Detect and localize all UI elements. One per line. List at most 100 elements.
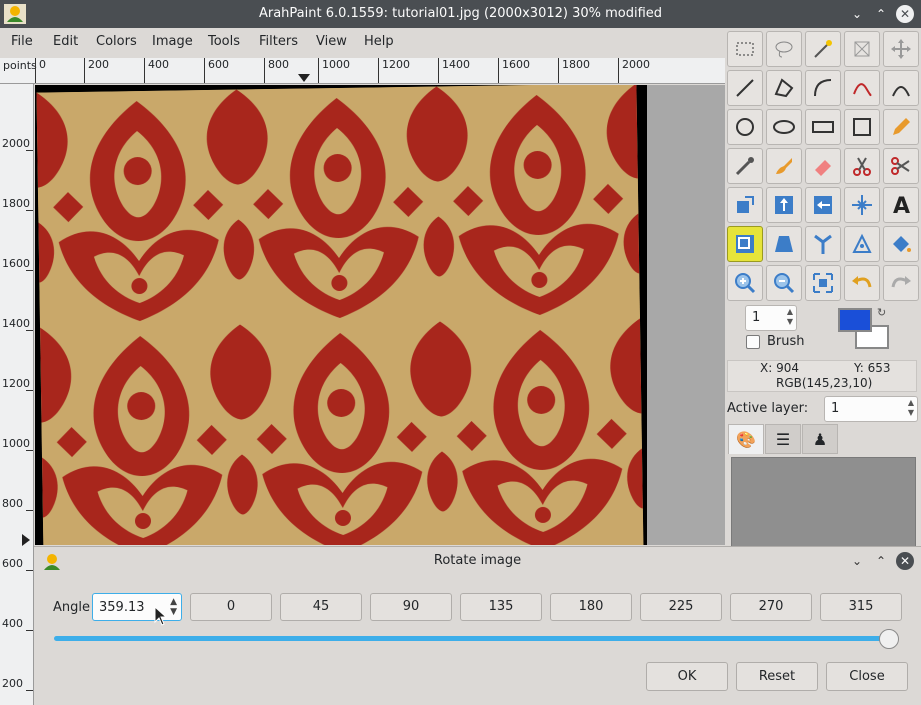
menu-view[interactable]: View xyxy=(316,34,347,49)
redo-icon[interactable] xyxy=(883,265,919,301)
zoom-out-icon[interactable] xyxy=(766,265,802,301)
resize-icon[interactable] xyxy=(727,226,763,262)
vertical-ruler: 2000 1800 1600 1400 1200 1000 800 600 40… xyxy=(0,84,34,705)
ruler-tick: 600 xyxy=(204,58,229,83)
ruler-tick: 400 xyxy=(144,58,169,83)
reset-button[interactable]: Reset xyxy=(736,662,818,691)
ruler-label: 1400 xyxy=(2,317,30,330)
pixel-info-panel: X: 904 Y: 653 RGB(145,23,10) xyxy=(727,360,917,392)
spin-arrows-icon[interactable]: ▲ ▼ xyxy=(908,398,914,418)
ruler-label: 400 xyxy=(2,617,23,630)
menu-help[interactable]: Help xyxy=(364,34,394,49)
active-layer-spinbox[interactable]: 1 ▲ ▼ xyxy=(824,396,918,422)
ruler-position-marker xyxy=(22,534,30,546)
center-icon[interactable] xyxy=(844,187,880,223)
clone-icon[interactable] xyxy=(727,187,763,223)
preset-135-button[interactable]: 135 xyxy=(460,593,542,621)
scissors-icon[interactable] xyxy=(844,148,880,184)
rgb-value: RGB(145,23,10) xyxy=(776,376,873,390)
rect-select-icon[interactable] xyxy=(727,31,763,67)
circle-icon[interactable] xyxy=(727,109,763,145)
pencil-icon[interactable] xyxy=(883,109,919,145)
angle-slider-track[interactable] xyxy=(54,636,892,641)
ruler-label: 2000 xyxy=(2,137,30,150)
tab-layers-icon[interactable]: ☰ xyxy=(765,424,801,454)
bezier-icon[interactable] xyxy=(883,70,919,106)
swap-colors-icon[interactable]: ↻ xyxy=(877,306,886,319)
ruler-label: 1800 xyxy=(562,58,590,71)
ruler-tick: 200 xyxy=(84,58,109,83)
canvas-area[interactable] xyxy=(35,85,725,545)
rectangle-icon[interactable] xyxy=(805,109,841,145)
eraser-icon[interactable] xyxy=(805,148,841,184)
ruler-tick: 1400 xyxy=(438,58,470,83)
magic-wand-icon[interactable] xyxy=(805,31,841,67)
angle-label: Angle xyxy=(53,600,90,615)
perspective-icon[interactable] xyxy=(766,226,802,262)
ruler-label: 0 xyxy=(39,58,46,71)
minimize-icon[interactable]: ⌄ xyxy=(848,5,866,23)
move-icon[interactable] xyxy=(883,31,919,67)
angle-spin-arrows-icon[interactable]: ▲ ▼ xyxy=(170,597,177,617)
line-icon[interactable] xyxy=(727,70,763,106)
brush-icon[interactable] xyxy=(766,148,802,184)
ruler-label: 1800 xyxy=(2,197,30,210)
foreground-color-swatch[interactable] xyxy=(838,308,872,332)
preset-45-button[interactable]: 45 xyxy=(280,593,362,621)
menu-filters[interactable]: Filters xyxy=(259,34,298,49)
text-icon[interactable]: A xyxy=(883,187,919,223)
angle-value: 359.13 xyxy=(99,600,145,615)
brush-checkbox[interactable] xyxy=(746,335,760,349)
preset-225-button[interactable]: 225 xyxy=(640,593,722,621)
angle-input[interactable]: 359.13 ▲ ▼ xyxy=(92,593,182,621)
panel-tabs: 🎨 ☰ ♟ xyxy=(728,424,918,454)
close-button[interactable]: Close xyxy=(826,662,908,691)
square-icon[interactable] xyxy=(844,109,880,145)
eyedropper-icon[interactable] xyxy=(727,148,763,184)
ruler-tick: 1000 xyxy=(318,58,350,83)
tab-palette-icon[interactable]: 🎨 xyxy=(728,424,764,454)
spin-arrows-icon[interactable]: ▲ ▼ xyxy=(787,307,793,327)
ellipse-icon[interactable] xyxy=(766,109,802,145)
cut-icon[interactable] xyxy=(883,148,919,184)
ok-button[interactable]: OK xyxy=(646,662,728,691)
lasso-icon[interactable] xyxy=(766,31,802,67)
close-window-icon[interactable]: ✕ xyxy=(896,5,914,23)
mirror-icon[interactable] xyxy=(805,226,841,262)
zoom-in-icon[interactable] xyxy=(727,265,763,301)
ruler-label: 1600 xyxy=(502,58,530,71)
fit-icon[interactable] xyxy=(805,265,841,301)
preset-270-button[interactable]: 270 xyxy=(730,593,812,621)
tab-stamp-icon[interactable]: ♟ xyxy=(802,424,838,454)
menu-colors[interactable]: Colors xyxy=(96,34,137,49)
dialog-close-icon[interactable]: ✕ xyxy=(896,552,914,570)
menu-tools[interactable]: Tools xyxy=(208,34,240,49)
flip-vertical-icon[interactable] xyxy=(766,187,802,223)
ruler-label: 800 xyxy=(268,58,289,71)
maximize-icon[interactable]: ⌃ xyxy=(872,5,890,23)
flip-horizontal-icon[interactable] xyxy=(805,187,841,223)
dialog-maximize-icon[interactable]: ⌃ xyxy=(872,552,890,570)
ruler-units: points xyxy=(3,59,37,72)
crop-icon[interactable] xyxy=(844,31,880,67)
angle-slider-handle[interactable] xyxy=(879,629,899,649)
warp-icon[interactable] xyxy=(844,226,880,262)
damask-pattern-image[interactable] xyxy=(36,85,644,545)
preset-90-button[interactable]: 90 xyxy=(370,593,452,621)
menu-edit[interactable]: Edit xyxy=(53,34,78,49)
ruler-label: 1200 xyxy=(382,58,410,71)
menu-file[interactable]: File xyxy=(11,34,33,49)
brush-size-spinbox[interactable]: 1 ▲ ▼ xyxy=(745,305,797,331)
preset-315-button[interactable]: 315 xyxy=(820,593,902,621)
preset-180-button[interactable]: 180 xyxy=(550,593,632,621)
curve-icon[interactable] xyxy=(805,70,841,106)
menu-image[interactable]: Image xyxy=(152,34,193,49)
preset-0-button[interactable]: 0 xyxy=(190,593,272,621)
path-red-icon[interactable] xyxy=(844,70,880,106)
dialog-minimize-icon[interactable]: ⌄ xyxy=(848,552,866,570)
polygon-icon[interactable] xyxy=(766,70,802,106)
ruler-label: 1200 xyxy=(2,377,30,390)
undo-icon[interactable] xyxy=(844,265,880,301)
ruler-label: 600 xyxy=(208,58,229,71)
fill-icon[interactable] xyxy=(883,226,919,262)
